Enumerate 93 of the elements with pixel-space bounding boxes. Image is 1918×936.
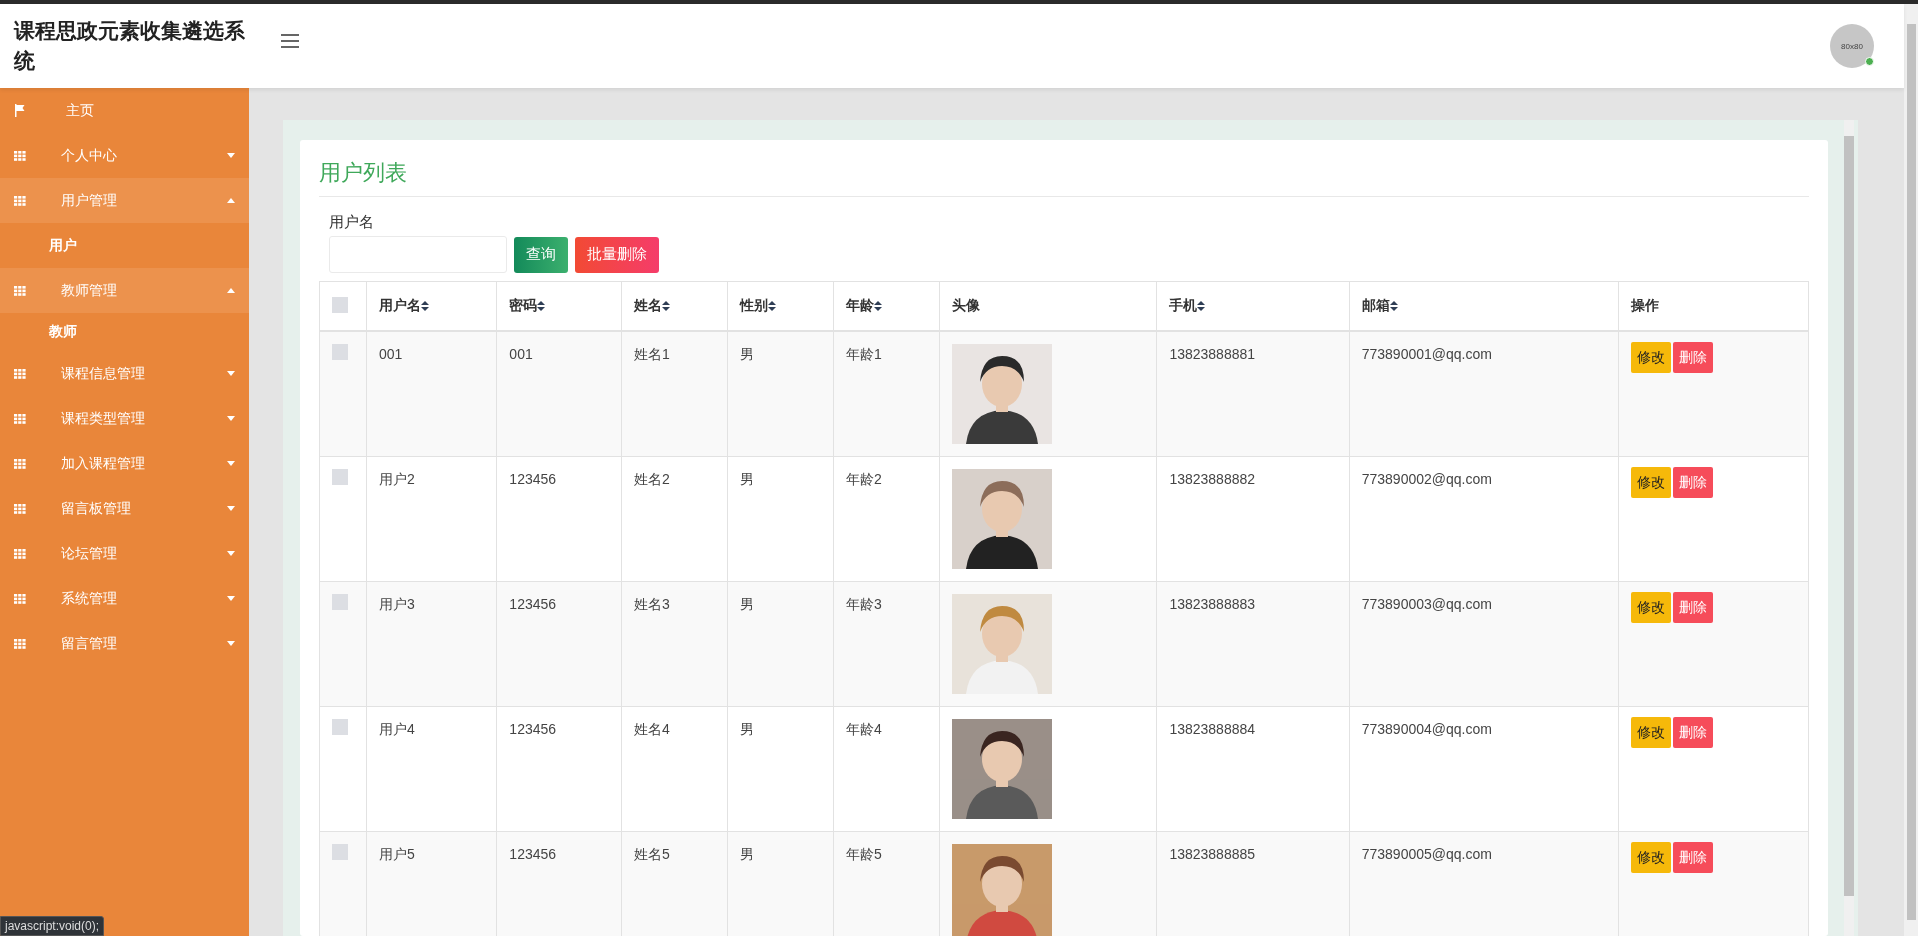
caret-icon [227,153,235,158]
table-cell: 姓名3 [621,581,728,707]
sidebar-item[interactable]: 课程类型管理 [0,396,249,441]
field-label: 用户名 [329,213,375,232]
caret-icon [227,461,235,466]
checkbox[interactable] [332,719,348,735]
table-cell: 姓名1 [621,331,728,457]
sort-icon[interactable] [1389,301,1398,312]
sidebar-item[interactable]: 论坛管理 [0,531,249,576]
delete-button[interactable]: 删除 [1673,717,1714,748]
edit-button[interactable]: 修改 [1631,717,1672,748]
grid-icon [14,368,26,379]
table-cell: 13823888881 [1156,331,1350,457]
grid-icon [14,285,26,296]
user-avatar[interactable]: 80x80 [1830,24,1874,68]
sidebar-item[interactable]: 系统管理 [0,576,249,621]
checkbox[interactable] [332,594,348,610]
table-cell: 13823888882 [1156,456,1350,582]
table-cell: 男 [727,706,834,832]
table-cell: 773890003@qq.com [1349,581,1619,707]
table-cell: 773890002@qq.com [1349,456,1619,582]
search-button[interactable]: 查询 [514,236,568,273]
delete-button[interactable]: 删除 [1673,842,1714,873]
table-cell: 用户2 [366,456,497,582]
edit-button[interactable]: 修改 [1631,467,1672,498]
edit-button[interactable]: 修改 [1631,592,1672,623]
table-cell: 123456 [496,581,622,707]
grid-icon [14,638,26,649]
delete-button[interactable]: 删除 [1673,592,1714,623]
sidebar-item[interactable]: 教师管理 [0,268,249,313]
table-cell: 13823888884 [1156,706,1350,832]
table-cell: 年龄1 [833,331,940,457]
sort-icon[interactable] [1197,301,1206,312]
table-cell: 001 [496,331,622,457]
table-cell: 姓名2 [621,456,728,582]
sidebar-item[interactable]: 课程信息管理 [0,351,249,396]
page-scrollbar[interactable] [1904,4,1918,936]
sort-icon[interactable] [662,301,670,312]
grid-icon [14,548,26,559]
delete-button[interactable]: 删除 [1673,467,1714,498]
grid-icon [14,458,26,469]
checkbox[interactable] [332,344,348,360]
sidebar-item[interactable]: 留言管理 [0,621,249,666]
sort-icon[interactable] [537,301,546,312]
sidebar-item[interactable]: 用户管理 [0,178,249,223]
checkbox[interactable] [332,844,348,860]
checkbox[interactable] [332,296,348,313]
table-cell: 年龄2 [833,456,940,582]
caret-icon [227,551,235,556]
grid-icon [14,195,26,206]
caret-icon [227,641,235,646]
caret-icon [227,198,235,203]
grid-icon [14,593,26,604]
page-title: 用户列表 [319,154,1809,197]
caret-icon [227,288,235,293]
table-cell: 年龄4 [833,706,940,832]
grid-icon [14,150,26,161]
grid-icon [14,503,26,514]
flag-icon [14,104,26,117]
sidebar-subitem[interactable]: 用户 [0,223,249,268]
sidebar-item[interactable]: 主页 [0,88,249,133]
edit-button[interactable]: 修改 [1631,842,1672,873]
table-cell: 用户4 [366,706,497,832]
table-cell: 773890001@qq.com [1349,331,1619,457]
table-cell: 123456 [496,706,622,832]
edit-button[interactable]: 修改 [1631,342,1672,373]
scrollbar[interactable] [1844,120,1854,936]
checkbox[interactable] [332,469,348,485]
delete-button[interactable]: 删除 [1673,342,1714,373]
table-cell: 001 [366,331,497,457]
table-cell: 年龄3 [833,581,940,707]
table-cell: 123456 [496,456,622,582]
sort-icon[interactable] [874,301,883,312]
table-cell: 用户3 [366,581,497,707]
app-title: 课程思政元素收集遴选系统 [14,18,246,74]
table-cell: 男 [727,331,834,457]
caret-icon [227,416,235,421]
caret-icon [227,596,235,601]
table-cell: 姓名4 [621,706,728,832]
table-cell: 男 [727,581,834,707]
sidebar-subitem[interactable]: 教师 [0,313,249,351]
caret-icon [227,506,235,511]
table-cell: 男 [727,456,834,582]
batch-delete-button[interactable]: 批量删除 [575,236,659,273]
sort-icon[interactable] [421,301,429,312]
grid-icon [14,413,26,424]
sidebar-item[interactable]: 加入课程管理 [0,441,249,486]
caret-icon [227,371,235,376]
sidebar-item[interactable]: 留言板管理 [0,486,249,531]
table-cell: 773890004@qq.com [1349,706,1619,832]
table-cell: 13823888883 [1156,581,1350,707]
sidebar-item[interactable]: 个人中心 [0,133,249,178]
sort-icon[interactable] [768,301,777,312]
